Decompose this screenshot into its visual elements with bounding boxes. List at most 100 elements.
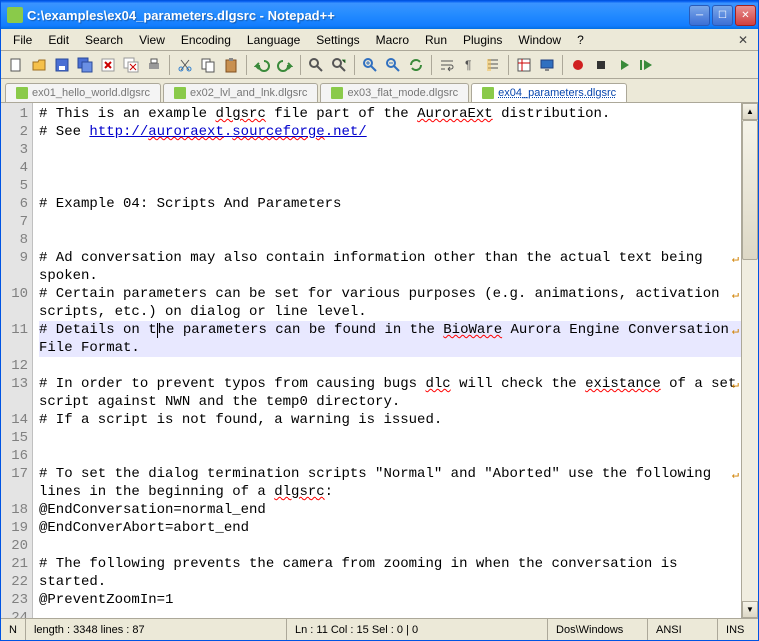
menu-encoding[interactable]: Encoding — [173, 31, 239, 49]
menu-macro[interactable]: Macro — [368, 31, 417, 49]
show-chars-button[interactable]: ¶ — [459, 54, 481, 76]
code-line[interactable] — [39, 141, 741, 159]
save-button[interactable] — [51, 54, 73, 76]
code-line[interactable]: # If a script is not found, a warning is… — [39, 411, 741, 429]
code-line[interactable]: @EndConverAbort=abort_end — [39, 519, 741, 537]
window-title: C:\examples\ex04_parameters.dlgsrc - Not… — [27, 8, 689, 23]
menu-edit[interactable]: Edit — [40, 31, 77, 49]
menu-file[interactable]: File — [5, 31, 40, 49]
sync-button[interactable] — [405, 54, 427, 76]
file-icon — [174, 87, 186, 99]
indent-guide-button[interactable] — [482, 54, 504, 76]
code-line[interactable] — [39, 537, 741, 555]
toolbar: ¶ — [1, 51, 758, 79]
tab-1[interactable]: ex02_lvl_and_lnk.dlgsrc — [163, 83, 318, 102]
lang-button[interactable] — [513, 54, 535, 76]
paste-button[interactable] — [220, 54, 242, 76]
menu-window[interactable]: Window — [510, 31, 569, 49]
editor-area: 123456789101112131415161718192021222324 … — [1, 103, 758, 618]
status-bar: N length : 3348 lines : 87 Ln : 11 Col :… — [1, 618, 758, 640]
macro-play-button[interactable] — [613, 54, 635, 76]
wrap-indicator-icon: ↵ — [732, 376, 739, 394]
undo-button[interactable] — [251, 54, 273, 76]
status-encoding: ANSI — [648, 619, 718, 640]
close-button[interactable] — [97, 54, 119, 76]
vertical-scrollbar[interactable]: ▲ ▼ — [741, 103, 758, 618]
tab-label: ex01_hello_world.dlgsrc — [32, 87, 150, 99]
title-bar: C:\examples\ex04_parameters.dlgsrc - Not… — [1, 1, 758, 29]
tab-label: ex03_flat_mode.dlgsrc — [347, 87, 458, 99]
code-line[interactable] — [39, 231, 741, 249]
menu-settings[interactable]: Settings — [308, 31, 367, 49]
code-line[interactable] — [39, 447, 741, 465]
tab-label: ex02_lvl_and_lnk.dlgsrc — [190, 87, 307, 99]
status-doctype: N — [1, 619, 26, 640]
code-line[interactable]: # To set the dialog termination scripts … — [39, 465, 741, 501]
scroll-thumb[interactable] — [742, 120, 758, 260]
code-line[interactable]: # This is an example dlgsrc file part of… — [39, 105, 741, 123]
app-icon — [7, 7, 23, 23]
copy-button[interactable] — [197, 54, 219, 76]
code-line[interactable]: # Certain parameters can be set for vari… — [39, 285, 741, 321]
save-all-button[interactable] — [74, 54, 96, 76]
minimize-button[interactable]: ─ — [689, 5, 710, 26]
menu-language[interactable]: Language — [239, 31, 308, 49]
code-line[interactable] — [39, 159, 741, 177]
code-line[interactable]: # In order to prevent typos from causing… — [39, 375, 741, 411]
replace-button[interactable] — [328, 54, 350, 76]
code-line[interactable]: @EndConversation=normal_end — [39, 501, 741, 519]
file-icon — [482, 87, 494, 99]
code-line[interactable]: # Details on the parameters can be found… — [39, 321, 741, 357]
code-line[interactable]: # See http://auroraext.sourceforge.net/ — [39, 123, 741, 141]
macro-repeat-button[interactable] — [636, 54, 658, 76]
close-button[interactable]: ✕ — [735, 5, 756, 26]
new-button[interactable] — [5, 54, 27, 76]
wrap-indicator-icon: ↵ — [732, 322, 739, 340]
line-gutter: 123456789101112131415161718192021222324 — [1, 103, 33, 618]
code-line[interactable]: # Example 04: Scripts And Parameters — [39, 195, 741, 213]
print-button[interactable] — [143, 54, 165, 76]
menu-bar: FileEditSearchViewEncodingLanguageSettin… — [1, 29, 758, 51]
menu-close-doc[interactable]: ✕ — [732, 33, 754, 47]
status-length: length : 3348 lines : 87 — [26, 619, 287, 640]
code-line[interactable]: # Ad conversation may also contain infor… — [39, 249, 741, 285]
tab-bar: ex01_hello_world.dlgsrc ex02_lvl_and_lnk.… — [1, 79, 758, 103]
zoom-out-button[interactable] — [382, 54, 404, 76]
open-button[interactable] — [28, 54, 50, 76]
maximize-button[interactable]: ☐ — [712, 5, 733, 26]
tab-2[interactable]: ex03_flat_mode.dlgsrc — [320, 83, 469, 102]
menu-plugins[interactable]: Plugins — [455, 31, 510, 49]
cut-button[interactable] — [174, 54, 196, 76]
macro-stop-button[interactable] — [590, 54, 612, 76]
code-line[interactable]: # The following prevents the camera from… — [39, 555, 741, 591]
file-icon — [16, 87, 28, 99]
tab-0[interactable]: ex01_hello_world.dlgsrc — [5, 83, 161, 102]
code-line[interactable] — [39, 429, 741, 447]
scroll-down-button[interactable]: ▼ — [742, 601, 758, 618]
code-line[interactable] — [39, 609, 741, 618]
menu-[interactable]: ? — [569, 31, 592, 49]
wrap-button[interactable] — [436, 54, 458, 76]
menu-view[interactable]: View — [131, 31, 173, 49]
code-area[interactable]: # This is an example dlgsrc file part of… — [33, 103, 741, 618]
close-all-button[interactable] — [120, 54, 142, 76]
redo-button[interactable] — [274, 54, 296, 76]
svg-text:¶: ¶ — [465, 58, 471, 72]
code-line[interactable]: @PreventZoomIn=1 — [39, 591, 741, 609]
tab-label: ex04_parameters.dlgsrc — [498, 87, 616, 99]
menu-run[interactable]: Run — [417, 31, 455, 49]
code-line[interactable] — [39, 213, 741, 231]
macro-rec-button[interactable] — [567, 54, 589, 76]
wrap-indicator-icon: ↵ — [732, 466, 739, 484]
tab-3[interactable]: ex04_parameters.dlgsrc — [471, 83, 627, 102]
find-button[interactable] — [305, 54, 327, 76]
zoom-in-button[interactable] — [359, 54, 381, 76]
menu-search[interactable]: Search — [77, 31, 131, 49]
monitor-button[interactable] — [536, 54, 558, 76]
scroll-up-button[interactable]: ▲ — [742, 103, 758, 120]
code-line[interactable] — [39, 357, 741, 375]
code-line[interactable] — [39, 177, 741, 195]
scroll-track[interactable] — [742, 120, 758, 601]
status-insert: INS — [718, 619, 758, 640]
wrap-indicator-icon: ↵ — [732, 286, 739, 304]
